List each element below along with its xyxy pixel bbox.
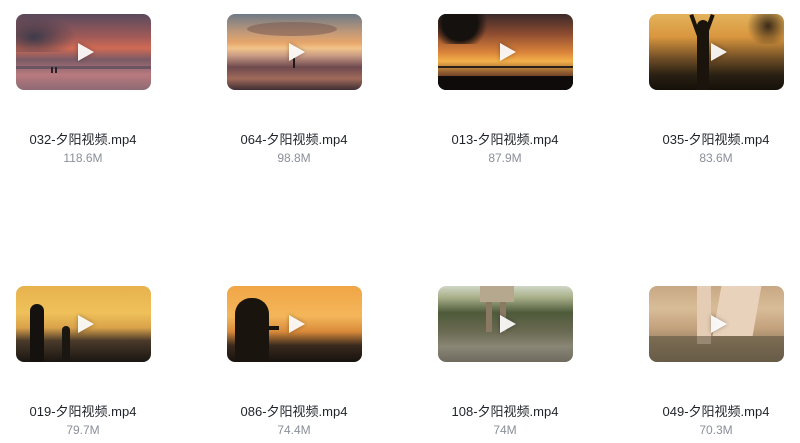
video-card[interactable]: 019-夕阳视频.mp4 79.7M (0, 286, 173, 443)
video-filename[interactable]: 108-夕阳视频.mp4 (415, 401, 595, 420)
video-card[interactable]: 013-夕阳视频.mp4 87.9M (415, 14, 595, 174)
video-thumbnail[interactable] (16, 286, 151, 362)
video-thumbnail[interactable] (649, 286, 784, 362)
video-filename[interactable]: 064-夕阳视频.mp4 (204, 129, 384, 148)
video-filename[interactable]: 086-夕阳视频.mp4 (204, 401, 384, 420)
video-filename[interactable]: 032-夕阳视频.mp4 (0, 129, 173, 148)
video-thumbnail[interactable] (438, 286, 573, 362)
video-filename[interactable]: 019-夕阳视频.mp4 (0, 401, 173, 420)
video-thumbnail[interactable] (227, 14, 362, 90)
video-card[interactable]: 035-夕阳视频.mp4 83.6M (626, 14, 800, 174)
play-icon[interactable] (499, 315, 516, 333)
play-icon[interactable] (710, 43, 727, 61)
video-filesize: 98.8M (277, 151, 311, 165)
video-card[interactable]: 108-夕阳视频.mp4 74M (415, 286, 595, 443)
video-card[interactable]: 032-夕阳视频.mp4 118.6M (0, 14, 173, 174)
video-card[interactable]: 086-夕阳视频.mp4 74.4M (204, 286, 384, 443)
play-icon[interactable] (77, 315, 94, 333)
video-thumbnail[interactable] (649, 14, 784, 90)
video-filesize: 74M (493, 423, 517, 437)
video-thumbnail[interactable] (16, 14, 151, 90)
video-filesize: 83.6M (699, 151, 733, 165)
video-filesize: 118.6M (63, 151, 103, 165)
video-thumbnail[interactable] (438, 14, 573, 90)
play-icon[interactable] (77, 43, 94, 61)
video-thumbnail[interactable] (227, 286, 362, 362)
play-icon[interactable] (710, 315, 727, 333)
video-filename[interactable]: 049-夕阳视频.mp4 (626, 401, 800, 420)
play-icon[interactable] (288, 315, 305, 333)
video-filesize: 74.4M (277, 423, 311, 437)
video-filesize: 79.7M (66, 423, 100, 437)
video-grid: 032-夕阳视频.mp4 118.6M 064-夕阳视频.mp4 98.8M 0… (0, 0, 800, 443)
video-card[interactable]: 064-夕阳视频.mp4 98.8M (204, 14, 384, 174)
video-card[interactable]: 049-夕阳视频.mp4 70.3M (626, 286, 800, 443)
play-icon[interactable] (288, 43, 305, 61)
video-filename[interactable]: 013-夕阳视频.mp4 (415, 129, 595, 148)
video-filesize: 70.3M (699, 423, 733, 437)
video-filesize: 87.9M (488, 151, 522, 165)
play-icon[interactable] (499, 43, 516, 61)
video-filename[interactable]: 035-夕阳视频.mp4 (626, 129, 800, 148)
